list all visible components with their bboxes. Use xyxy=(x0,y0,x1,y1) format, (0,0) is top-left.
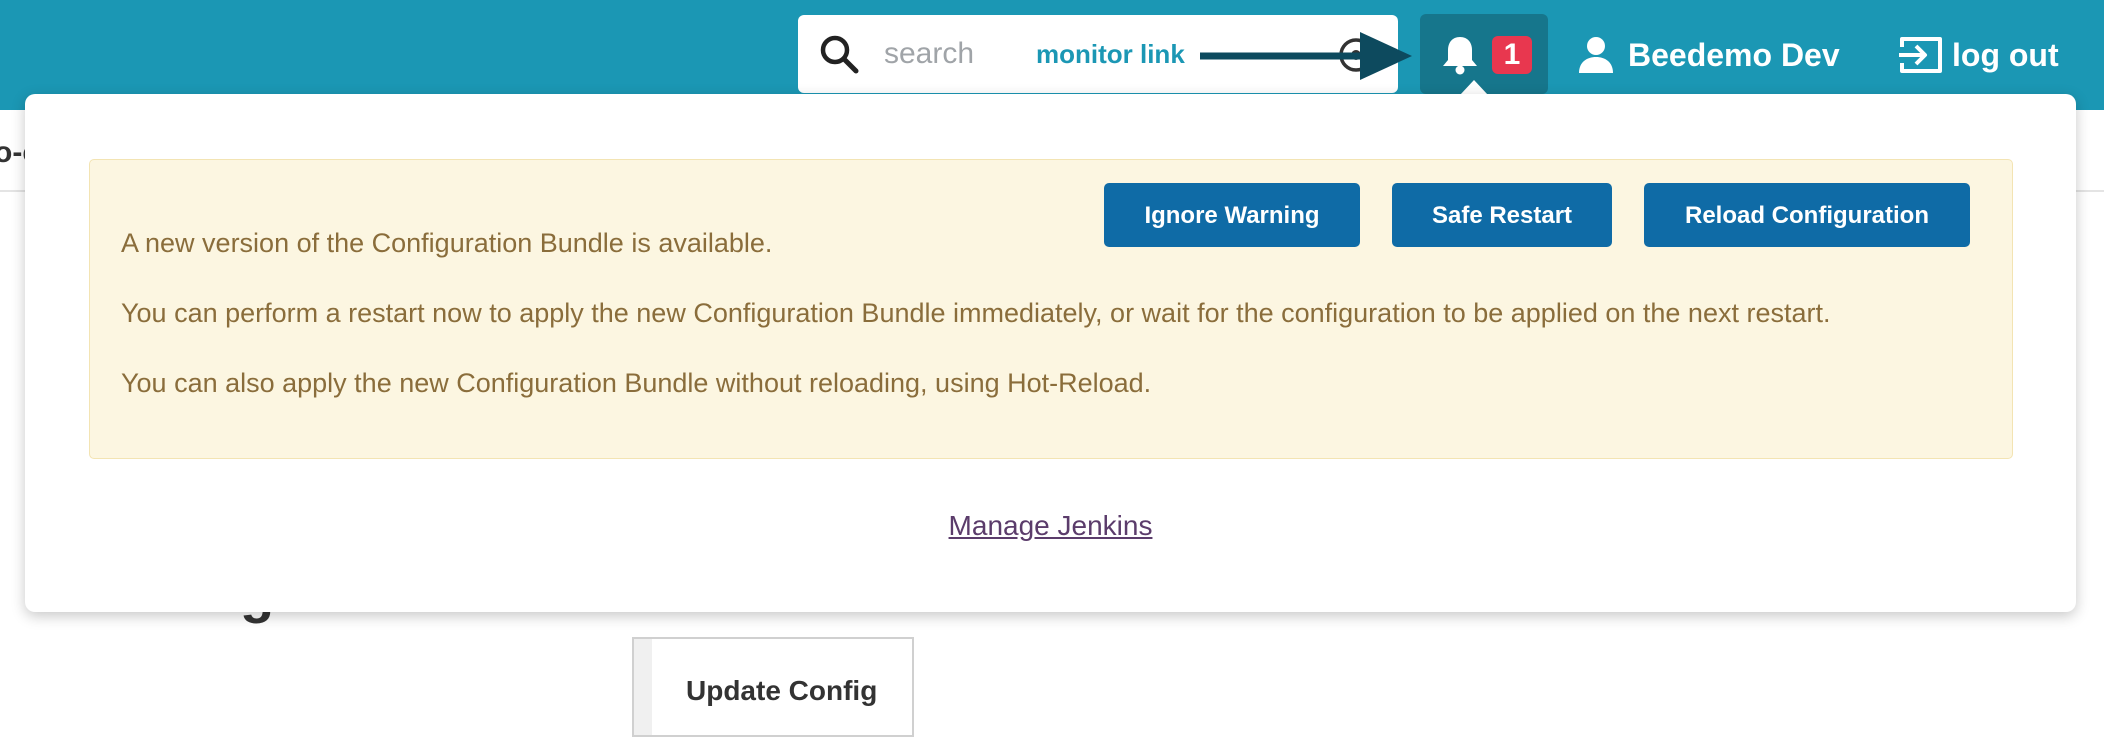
user-icon xyxy=(1579,37,1613,73)
notifications-popover: A new version of the Configuration Bundl… xyxy=(25,94,2076,612)
monitor-link-annotation: monitor link xyxy=(1036,39,1185,69)
ignore-warning-button[interactable]: Ignore Warning xyxy=(1104,183,1360,247)
user-name[interactable]: Beedemo Dev xyxy=(1628,37,1840,74)
annotation-arrow-icon xyxy=(1200,32,1412,80)
search-icon xyxy=(820,35,859,74)
manage-jenkins-link[interactable]: Manage Jenkins xyxy=(25,510,2076,542)
alert-message-line: A new version of the Configuration Bundl… xyxy=(121,228,773,258)
bell-icon xyxy=(1443,37,1477,75)
config-bundle-warning: A new version of the Configuration Bundl… xyxy=(89,159,2013,459)
card-stripe xyxy=(634,639,652,735)
logout-label[interactable]: log out xyxy=(1952,37,2059,74)
alert-message-line: You can also apply the new Configuration… xyxy=(121,368,1152,398)
logout-icon xyxy=(1899,37,1942,73)
user-profile-link[interactable]: Beedemo Dev xyxy=(1578,30,1840,80)
update-config-card[interactable]: Update Config xyxy=(632,637,914,737)
safe-restart-button[interactable]: Safe Restart xyxy=(1392,183,1612,247)
notification-count-badge: 1 xyxy=(1492,36,1532,74)
popover-caret xyxy=(1460,80,1488,95)
logout-link[interactable]: log out xyxy=(1898,30,2059,80)
search-input[interactable]: search xyxy=(884,35,974,73)
reload-configuration-button[interactable]: Reload Configuration xyxy=(1644,183,1970,247)
update-config-label[interactable]: Update Config xyxy=(686,675,877,707)
alert-message-line: You can perform a restart now to apply t… xyxy=(121,298,1831,328)
